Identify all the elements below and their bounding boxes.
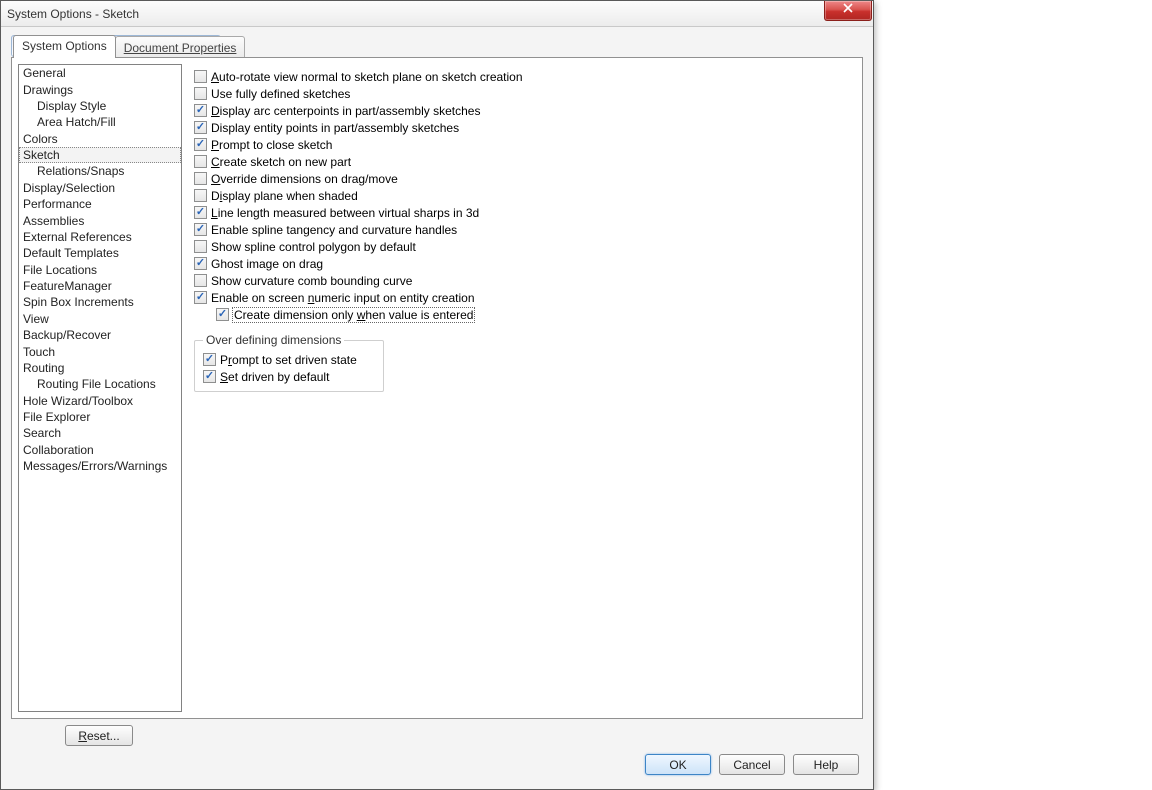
checkbox[interactable] xyxy=(216,308,229,321)
opt-fully-defined[interactable]: Use fully defined sketches xyxy=(194,85,852,102)
tab-label: Document Properties xyxy=(124,41,237,55)
help-button[interactable]: Help xyxy=(793,754,859,775)
nav-item-collaboration[interactable]: Collaboration xyxy=(19,442,181,458)
checkbox[interactable] xyxy=(194,155,207,168)
nav-item-featuremanager[interactable]: FeatureManager xyxy=(19,278,181,294)
tab-strip: System Options Document Properties xyxy=(13,35,244,58)
opt-display-plane[interactable]: Display plane when shaded xyxy=(194,187,852,204)
tab-document-properties[interactable]: Document Properties xyxy=(115,36,246,59)
opt-curvature-comb[interactable]: Show curvature comb bounding curve xyxy=(194,272,852,289)
nav-item-assemblies[interactable]: Assemblies xyxy=(19,212,181,228)
dialog-buttons: OK Cancel Help xyxy=(11,746,863,779)
tab-system-options[interactable]: System Options xyxy=(13,35,116,58)
checkbox-label: Prompt to set driven state xyxy=(220,353,357,367)
ok-button[interactable]: OK xyxy=(645,754,711,775)
close-icon xyxy=(843,3,853,13)
nav-item-routing-file-locations[interactable]: Routing File Locations xyxy=(19,376,181,392)
checkbox[interactable] xyxy=(194,70,207,83)
opt-auto-rotate[interactable]: Auto-rotate view normal to sketch plane … xyxy=(194,68,852,85)
checkbox-label: Use fully defined sketches xyxy=(211,87,350,101)
nav-item-messages-errors-warnings[interactable]: Messages/Errors/Warnings xyxy=(19,458,181,474)
nav-item-area-hatch-fill[interactable]: Area Hatch/Fill xyxy=(19,114,181,130)
checkbox-label: Show spline control polygon by default xyxy=(211,240,416,254)
checkbox-label: Create sketch on new part xyxy=(211,155,351,169)
nav-item-display-style[interactable]: Display Style xyxy=(19,98,181,114)
nav-item-view[interactable]: View xyxy=(19,311,181,327)
nav-item-search[interactable]: Search xyxy=(19,425,181,441)
opt-set-driven-default[interactable]: Set driven by default xyxy=(203,368,375,385)
over-defining-dimensions-group: Over defining dimensions Prompt to set d… xyxy=(194,333,384,392)
nav-item-default-templates[interactable]: Default Templates xyxy=(19,245,181,261)
checkbox[interactable] xyxy=(194,104,207,117)
dialog-body: System Options Document Properties Gener… xyxy=(1,27,873,789)
nav-item-touch[interactable]: Touch xyxy=(19,343,181,359)
opt-create-dim-value[interactable]: Create dimension only when value is ente… xyxy=(194,306,852,323)
nav-item-drawings[interactable]: Drawings xyxy=(19,81,181,97)
checkbox[interactable] xyxy=(194,291,207,304)
opt-override-dims[interactable]: Override dimensions on drag/move xyxy=(194,170,852,187)
cancel-button[interactable]: Cancel xyxy=(719,754,785,775)
nav-item-file-locations[interactable]: File Locations xyxy=(19,262,181,278)
opt-create-new-part[interactable]: Create sketch on new part xyxy=(194,153,852,170)
checkbox-label: Enable spline tangency and curvature han… xyxy=(211,223,457,237)
checkbox[interactable] xyxy=(194,257,207,270)
opt-numeric-input[interactable]: Enable on screen numeric input on entity… xyxy=(194,289,852,306)
checkbox-label: Create dimension only when value is ente… xyxy=(233,308,474,322)
nav-item-spin-box-increments[interactable]: Spin Box Increments xyxy=(19,294,181,310)
options-panel: Auto-rotate view normal to sketch plane … xyxy=(188,58,862,718)
titlebar: System Options - Sketch xyxy=(1,1,873,27)
nav-item-routing[interactable]: Routing xyxy=(19,360,181,376)
nav-item-backup-recover[interactable]: Backup/Recover xyxy=(19,327,181,343)
nav-item-sketch[interactable]: Sketch xyxy=(19,147,181,163)
nav-item-colors[interactable]: Colors xyxy=(19,131,181,147)
checkbox[interactable] xyxy=(194,87,207,100)
checkbox-label: Auto-rotate view normal to sketch plane … xyxy=(211,70,523,84)
tab-label: System Options xyxy=(22,39,107,53)
checkbox-label: Display plane when shaded xyxy=(211,189,358,203)
checkbox-label: Display arc centerpoints in part/assembl… xyxy=(211,104,480,118)
tab-search-row: System Options Document Properties xyxy=(11,35,863,57)
checkbox-label: Prompt to close sketch xyxy=(211,138,332,152)
opt-spline-polygon[interactable]: Show spline control polygon by default xyxy=(194,238,852,255)
nav-item-file-explorer[interactable]: File Explorer xyxy=(19,409,181,425)
checkbox-label: Display entity points in part/assembly s… xyxy=(211,121,459,135)
nav-item-relations-snaps[interactable]: Relations/Snaps xyxy=(19,163,181,179)
checkbox[interactable] xyxy=(194,121,207,134)
opt-prompt-driven[interactable]: Prompt to set driven state xyxy=(203,351,375,368)
checkbox[interactable] xyxy=(194,274,207,287)
checkbox[interactable] xyxy=(194,138,207,151)
checkbox-label: Set driven by default xyxy=(220,370,329,384)
checkbox[interactable] xyxy=(194,189,207,202)
checkbox[interactable] xyxy=(194,206,207,219)
group-legend: Over defining dimensions xyxy=(203,333,344,347)
nav-item-external-references[interactable]: External References xyxy=(19,229,181,245)
nav-item-display-selection[interactable]: Display/Selection xyxy=(19,180,181,196)
checkbox-label: Override dimensions on drag/move xyxy=(211,172,398,186)
nav-item-performance[interactable]: Performance xyxy=(19,196,181,212)
checkbox-label: Enable on screen numeric input on entity… xyxy=(211,291,475,305)
window-title: System Options - Sketch xyxy=(7,7,139,21)
checkbox[interactable] xyxy=(203,370,216,383)
reset-row: Reset... xyxy=(11,725,863,746)
opt-prompt-close[interactable]: Prompt to close sketch xyxy=(194,136,852,153)
reset-button[interactable]: Reset... xyxy=(65,725,133,746)
checkbox[interactable] xyxy=(194,172,207,185)
nav-item-hole-wizard-toolbox[interactable]: Hole Wizard/Toolbox xyxy=(19,393,181,409)
content-area: GeneralDrawingsDisplay StyleArea Hatch/F… xyxy=(11,57,863,719)
dialog-window: System Options - Sketch System Options D… xyxy=(0,0,874,790)
nav-category-list: GeneralDrawingsDisplay StyleArea Hatch/F… xyxy=(18,64,182,712)
opt-entity-points[interactable]: Display entity points in part/assembly s… xyxy=(194,119,852,136)
checkbox-label: Ghost image on drag xyxy=(211,257,323,271)
checkbox[interactable] xyxy=(203,353,216,366)
opt-spline-handles[interactable]: Enable spline tangency and curvature han… xyxy=(194,221,852,238)
checkbox-label: Show curvature comb bounding curve xyxy=(211,274,412,288)
checkbox[interactable] xyxy=(194,223,207,236)
checkbox-label: Line length measured between virtual sha… xyxy=(211,206,479,220)
opt-ghost-image[interactable]: Ghost image on drag xyxy=(194,255,852,272)
close-button[interactable] xyxy=(824,1,872,21)
opt-line-length-3d[interactable]: Line length measured between virtual sha… xyxy=(194,204,852,221)
checkbox[interactable] xyxy=(194,240,207,253)
opt-arc-centerpoints[interactable]: Display arc centerpoints in part/assembl… xyxy=(194,102,852,119)
nav-item-general[interactable]: General xyxy=(19,65,181,81)
